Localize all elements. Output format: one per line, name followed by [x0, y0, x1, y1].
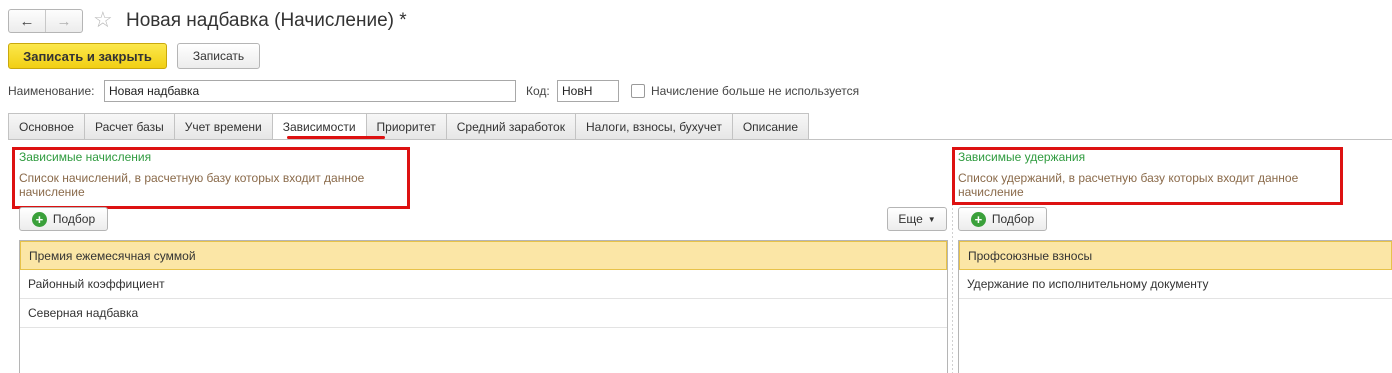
code-label: Код:: [526, 84, 550, 98]
tab-time-tracking[interactable]: Учет времени: [174, 113, 273, 140]
more-label: Еще: [898, 212, 923, 226]
dropdown-arrow-icon: ▼: [927, 214, 936, 224]
table-row[interactable]: Профсоюзные взносы: [959, 241, 1392, 270]
table-row[interactable]: Премия ежемесячная суммой: [20, 241, 947, 270]
right-pick-label: Подбор: [991, 212, 1035, 226]
left-group-description: Список начислений, в расчетную базу кото…: [19, 171, 365, 199]
tab-main[interactable]: Основное: [8, 113, 85, 140]
code-input[interactable]: НовН: [557, 80, 619, 102]
right-table: Профсоюзные взносы Удержание по исполнит…: [958, 240, 1392, 373]
left-pick-label: Подбор: [52, 212, 96, 226]
table-row[interactable]: Районный коэффициент: [20, 270, 947, 299]
active-tab-underline: [287, 136, 385, 139]
tab-description[interactable]: Описание: [732, 113, 810, 140]
right-pick-button[interactable]: + Подбор: [958, 207, 1047, 231]
tab-baseline: [8, 139, 1392, 140]
back-arrow-icon[interactable]: ←: [9, 10, 45, 32]
table-row[interactable]: Удержание по исполнительному документу: [959, 270, 1392, 299]
table-row[interactable]: Северная надбавка: [20, 299, 947, 328]
right-group-description: Список удержаний, в расчетную базу котор…: [958, 171, 1299, 199]
plus-icon: +: [31, 211, 47, 227]
not-used-label[interactable]: Начисление больше не используется: [651, 80, 859, 102]
favorite-star-icon[interactable]: ☆: [93, 8, 113, 32]
left-group-title: Зависимые начисления: [19, 150, 152, 164]
tab-average-earnings[interactable]: Средний заработок: [446, 113, 576, 140]
save-and-close-button[interactable]: Записать и закрыть: [8, 43, 167, 69]
name-label: Наименование:: [8, 84, 95, 98]
tab-bar: Основное Расчет базы Учет времени Зависи…: [8, 113, 810, 140]
not-used-checkbox[interactable]: [631, 84, 645, 98]
left-pick-button[interactable]: + Подбор: [19, 207, 108, 231]
right-group-title: Зависимые удержания: [958, 150, 1086, 164]
tab-taxes-contributions[interactable]: Налоги, взносы, бухучет: [575, 113, 733, 140]
nav-buttons: ← →: [8, 9, 83, 33]
plus-icon: +: [970, 211, 986, 227]
forward-arrow-icon[interactable]: →: [45, 10, 82, 32]
save-button[interactable]: Записать: [177, 43, 260, 69]
page-title: Новая надбавка (Начисление) *: [126, 10, 407, 31]
name-input[interactable]: Новая надбавка: [104, 80, 516, 102]
tab-base-calculation[interactable]: Расчет базы: [84, 113, 175, 140]
more-button[interactable]: Еще ▼: [887, 207, 947, 231]
left-table: Премия ежемесячная суммой Районный коэфф…: [19, 240, 948, 373]
